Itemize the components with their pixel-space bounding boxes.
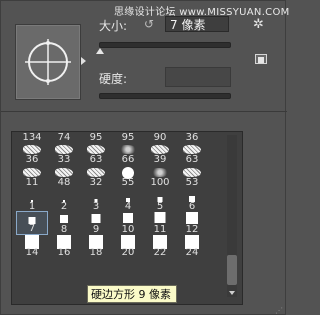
brush-size-label: 53: [185, 177, 199, 188]
brush-swatch: [55, 145, 73, 154]
brush-preset-4[interactable]: 4: [112, 190, 144, 212]
brush-preset-36[interactable]: 36: [16, 143, 48, 165]
brush-swatch: [87, 145, 105, 154]
brush-preset-36[interactable]: 36: [176, 132, 208, 143]
size-label: 大小:: [99, 19, 128, 33]
new-preset-icon[interactable]: [255, 54, 267, 64]
brush-size-label: 134: [22, 132, 42, 143]
brush-swatch: [91, 214, 101, 223]
brush-preset-14[interactable]: 14: [16, 234, 48, 258]
brush-swatch: [183, 145, 201, 154]
divider: [1, 111, 287, 112]
brush-preset-7[interactable]: 7: [16, 211, 48, 235]
brush-preset-20[interactable]: 20: [112, 234, 144, 258]
hardness-label: 硬度:: [99, 72, 128, 86]
brush-size-label: 95: [89, 132, 103, 143]
brush-preset-66[interactable]: 66: [112, 143, 144, 165]
brush-size-label: 14: [25, 247, 39, 258]
brush-swatch: [60, 215, 68, 223]
brush-size-label: 18: [89, 247, 103, 258]
brush-preset-10[interactable]: 10: [112, 211, 144, 235]
brush-angle-preview[interactable]: [15, 24, 81, 100]
brush-preset-16[interactable]: 16: [48, 234, 80, 258]
brush-size-label: 55: [121, 177, 135, 188]
brush-size-label: 66: [121, 154, 135, 165]
brush-size-label: 24: [185, 247, 199, 258]
brush-preset-9[interactable]: 9: [80, 211, 112, 235]
brush-size-label: 63: [89, 154, 103, 165]
brush-size-label: 32: [89, 177, 103, 188]
size-slider-thumb[interactable]: [96, 48, 104, 54]
brush-swatch: [183, 168, 201, 177]
brush-swatch: [123, 213, 133, 223]
brush-preset-18[interactable]: 18: [80, 234, 112, 258]
brush-size-label: 11: [25, 177, 39, 188]
brush-size-label: 33: [57, 154, 71, 165]
brush-swatch: [186, 212, 198, 224]
brush-preset-11[interactable]: 11: [16, 166, 48, 188]
size-slider[interactable]: [99, 42, 231, 48]
brush-size-label: 95: [121, 132, 135, 143]
brush-size-label: 20: [121, 247, 135, 258]
brush-swatch: [87, 168, 105, 177]
brush-preset-grid: 134 74 95 95 90 36 36 33 63 66 39 63 11 48 32 55 100 53 1 2…: [11, 131, 243, 305]
brush-size-label: 36: [25, 154, 39, 165]
brush-preset-134[interactable]: 134: [16, 132, 48, 143]
brush-size-label: 63: [185, 154, 199, 165]
brush-preset-48[interactable]: 48: [48, 166, 80, 188]
brush-preset-22[interactable]: 22: [144, 234, 176, 258]
resize-grip-icon[interactable]: ⋰: [275, 306, 283, 315]
brush-size-label: 7: [28, 223, 36, 234]
brush-swatch: [55, 168, 73, 177]
brush-preset-1[interactable]: 1: [16, 190, 48, 212]
brush-swatch: [23, 168, 41, 177]
reset-size-icon[interactable]: ↺: [142, 18, 156, 31]
brush-preset-100[interactable]: 100: [144, 166, 176, 188]
brush-size-label: 22: [153, 247, 167, 258]
brush-preset-74[interactable]: 74: [48, 132, 80, 143]
brush-preset-32[interactable]: 32: [80, 166, 112, 188]
brush-preset-3[interactable]: 3: [80, 190, 112, 212]
brush-preset-11[interactable]: 11: [144, 211, 176, 235]
brush-swatch: [154, 212, 166, 223]
gear-icon[interactable]: ✲: [253, 17, 264, 32]
scroll-down-icon[interactable]: [229, 291, 235, 295]
scrollbar-thumb[interactable]: [227, 255, 237, 285]
brush-preset-5[interactable]: 5: [144, 190, 176, 212]
flip-arrow-icon[interactable]: [81, 57, 86, 65]
brush-preset-95[interactable]: 95: [112, 132, 144, 143]
brush-preset-8[interactable]: 8: [48, 211, 80, 235]
brush-size-label: 74: [57, 132, 71, 143]
brush-swatch: [151, 168, 169, 177]
brush-swatch: [151, 145, 169, 154]
brush-swatch: [119, 145, 137, 154]
hardness-slider[interactable]: [99, 93, 231, 99]
brush-preset-24[interactable]: 24: [176, 234, 208, 258]
crosshair-circle-icon: [25, 39, 71, 85]
brush-size-label: 39: [153, 154, 167, 165]
brush-preset-53[interactable]: 53: [176, 166, 208, 188]
brush-preset-12[interactable]: 12: [176, 211, 208, 235]
brush-preset-63[interactable]: 63: [80, 143, 112, 165]
brush-size-label: 100: [150, 177, 170, 188]
brush-size-label: 36: [185, 132, 199, 143]
hardness-field[interactable]: [165, 67, 231, 87]
tooltip: 硬边方形 9 像素: [87, 285, 177, 303]
brush-preset-6[interactable]: 6: [176, 190, 208, 212]
brush-preset-33[interactable]: 33: [48, 143, 80, 165]
brush-preset-39[interactable]: 39: [144, 143, 176, 165]
brush-size-label: 90: [153, 132, 167, 143]
brush-size-label: 16: [57, 247, 71, 258]
brush-size-label: 48: [57, 177, 71, 188]
brush-preset-95[interactable]: 95: [80, 132, 112, 143]
brush-preset-63[interactable]: 63: [176, 143, 208, 165]
brush-preset-2[interactable]: 2: [48, 190, 80, 212]
brush-preset-55[interactable]: 55: [112, 166, 144, 188]
brush-swatch: [23, 145, 41, 154]
brush-preset-picker-panel: 思缘设计论坛 www.MISSYUAN.COM 大小: ↺ 7 像素 ✲ 硬度:…: [0, 0, 289, 315]
brush-preset-90[interactable]: 90: [144, 132, 176, 143]
size-field[interactable]: 7 像素: [165, 16, 229, 32]
